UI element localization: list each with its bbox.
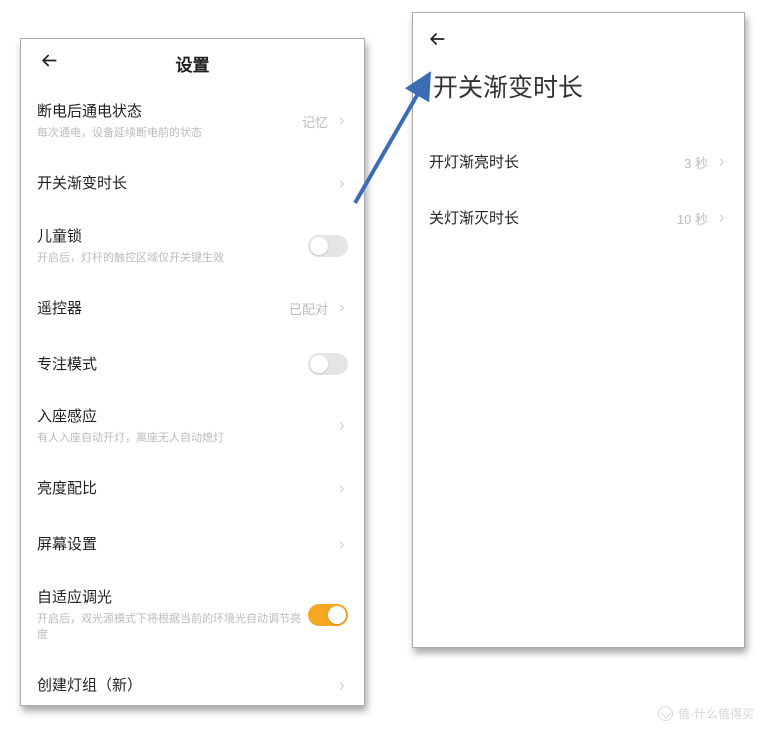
row-main: 入座感应有人入座自动开灯，离座无人自动熄灯	[37, 406, 336, 447]
settings-row[interactable]: 自适应调光开启后，双光源模式下将根据当前的环境光自动调节亮度	[37, 573, 348, 658]
settings-panel: 设置 断电后通电状态每次通电，设备延续断电前的状态记忆开关渐变时长儿童锁开启后，…	[20, 38, 365, 706]
row-subtitle: 开启后，双光源模式下将根据当前的环境光自动调节亮度	[37, 611, 308, 644]
row-value: 10 秒	[677, 209, 708, 228]
toggle-switch[interactable]	[308, 604, 348, 626]
chevron-right-icon	[336, 539, 348, 551]
toggle-knob	[310, 355, 328, 373]
row-value: 记忆	[302, 112, 328, 131]
row-subtitle: 开启后，灯杆的触控区域仅开关键生效	[37, 250, 308, 267]
row-title: 儿童锁	[37, 226, 308, 247]
row-title: 遥控器	[37, 298, 289, 319]
chevron-right-icon	[336, 115, 348, 127]
toggle-switch[interactable]	[308, 353, 348, 375]
row-main: 亮度配比	[37, 478, 336, 499]
row-title: 入座感应	[37, 406, 336, 427]
duration-row[interactable]: 关灯渐灭时长10 秒	[429, 190, 728, 246]
page-title: 设置	[176, 51, 210, 76]
watermark-logo-icon	[658, 706, 673, 721]
row-main: 屏幕设置	[37, 534, 336, 555]
duration-row[interactable]: 开灯渐亮时长3 秒	[429, 134, 728, 190]
settings-row[interactable]: 儿童锁开启后，灯杆的触控区域仅开关键生效	[37, 212, 348, 281]
watermark-text: 值·什么值得买	[678, 705, 754, 722]
header: 设置	[21, 39, 364, 87]
chevron-right-icon	[336, 178, 348, 190]
watermark: 值·什么值得买	[658, 705, 754, 722]
settings-row[interactable]: 入座感应有人入座自动开灯，离座无人自动熄灯	[37, 392, 348, 461]
row-main: 专注模式	[37, 354, 308, 375]
chevron-right-icon	[336, 420, 348, 432]
row-value: 3 秒	[684, 153, 708, 172]
row-title: 开灯渐亮时长	[429, 152, 684, 173]
row-main: 开关渐变时长	[37, 173, 336, 194]
row-title: 开关渐变时长	[37, 173, 336, 194]
row-title: 专注模式	[37, 354, 308, 375]
row-title: 创建灯组（新）	[37, 675, 336, 696]
settings-row[interactable]: 亮度配比	[37, 461, 348, 517]
settings-row[interactable]: 断电后通电状态每次通电，设备延续断电前的状态记忆	[37, 87, 348, 156]
chevron-right-icon	[336, 302, 348, 314]
gradient-duration-panel: 开关渐变时长 开灯渐亮时长3 秒关灯渐灭时长10 秒	[412, 12, 745, 648]
chevron-right-icon	[336, 680, 348, 692]
row-subtitle: 有人入座自动开灯，离座无人自动熄灯	[37, 430, 336, 447]
toggle-knob	[310, 237, 328, 255]
row-main: 儿童锁开启后，灯杆的触控区域仅开关键生效	[37, 226, 308, 267]
row-title: 断电后通电状态	[37, 101, 302, 122]
row-main: 开灯渐亮时长	[429, 152, 684, 173]
chevron-right-icon	[336, 483, 348, 495]
settings-list: 断电后通电状态每次通电，设备延续断电前的状态记忆开关渐变时长儿童锁开启后，灯杆的…	[21, 87, 364, 714]
back-button[interactable]	[35, 47, 63, 80]
row-main: 自适应调光开启后，双光源模式下将根据当前的环境光自动调节亮度	[37, 587, 308, 644]
chevron-right-icon	[716, 156, 728, 168]
row-main: 关灯渐灭时长	[429, 208, 677, 229]
settings-row[interactable]: 创建灯组（新）	[37, 658, 348, 714]
row-main: 断电后通电状态每次通电，设备延续断电前的状态	[37, 101, 302, 142]
row-title: 自适应调光	[37, 587, 308, 608]
toggle-switch[interactable]	[308, 235, 348, 257]
back-arrow-icon	[39, 51, 59, 71]
back-button[interactable]	[413, 13, 744, 58]
row-title: 关灯渐灭时长	[429, 208, 677, 229]
settings-row[interactable]: 屏幕设置	[37, 517, 348, 573]
row-value: 已配对	[289, 299, 328, 318]
toggle-knob	[328, 606, 346, 624]
row-subtitle: 每次通电，设备延续断电前的状态	[37, 125, 302, 142]
row-main: 创建灯组（新）	[37, 675, 336, 696]
chevron-right-icon	[716, 212, 728, 224]
duration-list: 开灯渐亮时长3 秒关灯渐灭时长10 秒	[413, 134, 744, 246]
settings-row[interactable]: 开关渐变时长	[37, 156, 348, 212]
page-title: 开关渐变时长	[413, 58, 744, 134]
settings-row[interactable]: 专注模式	[37, 336, 348, 392]
settings-row[interactable]: 遥控器已配对	[37, 280, 348, 336]
row-main: 遥控器	[37, 298, 289, 319]
row-title: 屏幕设置	[37, 534, 336, 555]
back-arrow-icon	[427, 29, 447, 49]
row-title: 亮度配比	[37, 478, 336, 499]
